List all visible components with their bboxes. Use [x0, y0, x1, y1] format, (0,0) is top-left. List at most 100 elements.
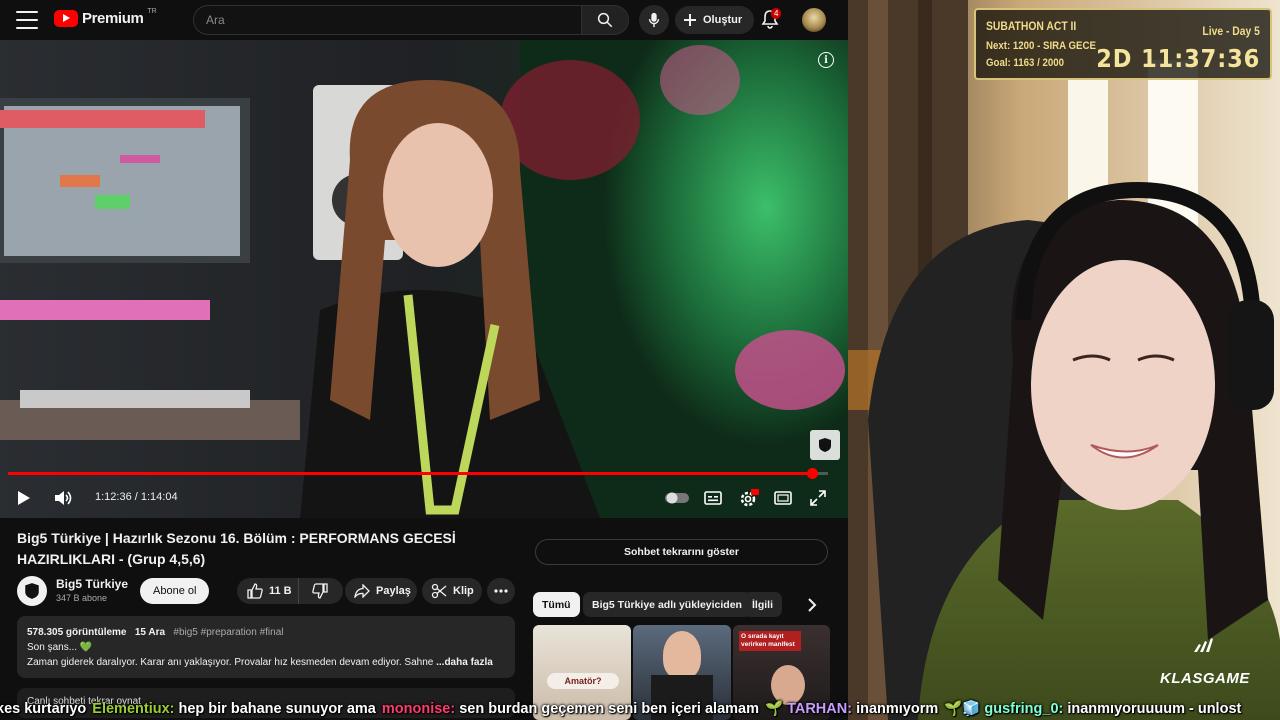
subathon-next-goal: Next: 1200 - SIRA GECE [986, 40, 1096, 52]
theater-mode-icon [774, 491, 792, 505]
chat-username: mononise: [381, 701, 456, 717]
search-input[interactable]: Ara [193, 5, 581, 35]
chat-message: 🌱 TARHAN: inanmıyorm [765, 701, 938, 717]
voice-search-button[interactable] [639, 5, 669, 35]
clip-button[interactable]: Klip [422, 578, 482, 604]
subscribe-button[interactable]: Abone ol [140, 578, 210, 604]
chat-text: inanmıyorm [856, 701, 939, 717]
like-count: 11 B [269, 585, 292, 597]
screen: Premium TR Ara Oluştur 4 i 1:12:36 / 1:1… [0, 0, 1280, 720]
info-icon[interactable]: i [818, 52, 834, 68]
menu-icon[interactable] [16, 11, 38, 29]
chip-all[interactable]: Tümü [533, 592, 580, 617]
like-dislike-group: 11 B [237, 578, 343, 604]
subtitles-button[interactable] [702, 487, 724, 509]
chat-message: mononise: sen burdan geçemen seni ben içe… [382, 701, 759, 717]
upload-date: 15 Ara [134, 627, 166, 638]
plus-icon [684, 14, 696, 26]
webcam-image [848, 0, 1280, 720]
sponsor-logo-icon [1192, 638, 1214, 655]
logo-word: Premium [82, 10, 144, 27]
description-box[interactable]: 578.305 görüntüleme 15 Ara #big5 #prepar… [17, 616, 515, 678]
progress-bar[interactable] [8, 468, 828, 479]
video-frame [0, 40, 848, 518]
search-icon [597, 12, 613, 28]
share-label: Paylaş [376, 585, 411, 597]
chat-username: Elementiux: [92, 701, 175, 717]
volume-button[interactable] [52, 487, 74, 509]
chat-message: 🌱🧊 gusfring_0: inanmıyoruuuum - unlost [944, 701, 1241, 717]
chat-text: sen burdan geçemen seni ben içeri alamam [459, 701, 759, 717]
gear-icon [740, 489, 759, 507]
thumbs-up-icon [247, 583, 263, 599]
description-line-1: Son şans... 💚 [27, 642, 93, 653]
create-label: Oluştur [703, 14, 743, 26]
autoplay-toggle[interactable] [664, 487, 690, 509]
chat-ticker: kes kurtarıyo Elementiux: hep bir bahane s… [0, 698, 1280, 720]
video-title: Big5 Türkiye | Hazırlık Sezonu 16. Bölüm… [17, 530, 456, 567]
fullscreen-icon [810, 490, 826, 506]
thumbnail-caption: O sırada kayıt verirken manifest [739, 631, 801, 651]
progress-scrubber[interactable] [806, 468, 818, 479]
channel-subscriber-count: 347 B abone [56, 593, 108, 603]
create-button[interactable]: Oluştur [675, 6, 755, 34]
webcam-feed [848, 0, 1280, 720]
subathon-day: Live - Day 5 [1202, 26, 1260, 38]
thumbnail-caption: Amatör? [547, 673, 619, 689]
scissors-icon [431, 583, 447, 599]
like-button[interactable]: 11 B [237, 578, 299, 604]
subtitles-icon [704, 491, 722, 505]
play-button[interactable] [14, 487, 34, 509]
top-bar: Premium TR Ara Oluştur 4 [0, 0, 848, 40]
description-tags[interactable]: #big5 #preparation #final [173, 627, 283, 638]
logo-country: TR [147, 8, 157, 15]
account-avatar[interactable] [802, 8, 826, 32]
dislike-button[interactable] [299, 578, 341, 604]
microphone-icon [648, 12, 660, 28]
chip-related[interactable]: İlgili [743, 592, 782, 617]
chat-message: kes kurtarıyo [0, 701, 86, 717]
chip-from-uploader[interactable]: Big5 Türkiye adlı yükleyiciden [583, 592, 751, 617]
view-count: 578.305 görüntüleme [27, 627, 127, 638]
youtube-logo[interactable]: Premium TR [54, 8, 157, 27]
youtube-play-icon [54, 10, 78, 27]
player-controls: 1:12:36 / 1:14:04 [0, 480, 848, 516]
more-horizontal-icon [494, 589, 508, 593]
share-button[interactable]: Paylaş [345, 578, 417, 604]
time-display: 1:12:36 / 1:14:04 [95, 491, 178, 503]
chat-username: 🌱🧊 gusfring_0: [944, 701, 1064, 717]
show-more-link[interactable]: ...daha fazla [436, 657, 493, 668]
volume-icon [55, 491, 72, 505]
chat-message: Elementiux: hep bir bahane sunuyor ama [92, 701, 376, 717]
autoplay-toggle-icon [665, 492, 689, 504]
theater-mode-button[interactable] [772, 487, 794, 509]
chevron-right-icon [808, 598, 817, 612]
chat-text: kes kurtarıyo [0, 701, 87, 717]
fullscreen-button[interactable] [808, 487, 828, 509]
chat-text: hep bir bahane sunuyor ama [178, 701, 376, 717]
youtube-window: Premium TR Ara Oluştur 4 i 1:12:36 / 1:1… [0, 0, 848, 720]
chat-username: 🌱 TARHAN: [765, 701, 853, 717]
subathon-overlay: SUBATHON ACT II Live - Day 5 Next: 1200 … [974, 8, 1272, 80]
channel-name[interactable]: Big5 Türkiye [56, 577, 128, 591]
settings-button[interactable] [737, 487, 761, 509]
play-icon [18, 491, 30, 505]
thumbs-down-icon [312, 583, 328, 599]
notifications-button[interactable]: 4 [760, 8, 782, 31]
progress-fill [8, 472, 812, 475]
subathon-title: SUBATHON ACT II [986, 21, 1077, 33]
share-icon [354, 584, 370, 598]
channel-watermark-icon[interactable] [810, 430, 840, 460]
subathon-goal: Goal: 1163 / 2000 [986, 57, 1065, 69]
chat-text: inanmıyoruuuum - unlost [1067, 701, 1242, 717]
sponsor-brand: KLASGAME [1160, 670, 1250, 687]
more-actions-button[interactable] [487, 578, 515, 604]
show-chat-replay-button[interactable]: Sohbet tekrarını göster [535, 539, 828, 565]
description-line-2: Zaman giderek daralıyor. Karar anı yakla… [27, 657, 434, 668]
channel-avatar[interactable] [17, 576, 47, 606]
video-player[interactable]: i 1:12:36 / 1:14:04 [0, 40, 848, 518]
search-button[interactable] [581, 5, 629, 35]
clip-label: Klip [453, 585, 474, 597]
subathon-timer: 2D 11:37:36 [1096, 44, 1260, 73]
chips-next-button[interactable] [803, 596, 821, 614]
